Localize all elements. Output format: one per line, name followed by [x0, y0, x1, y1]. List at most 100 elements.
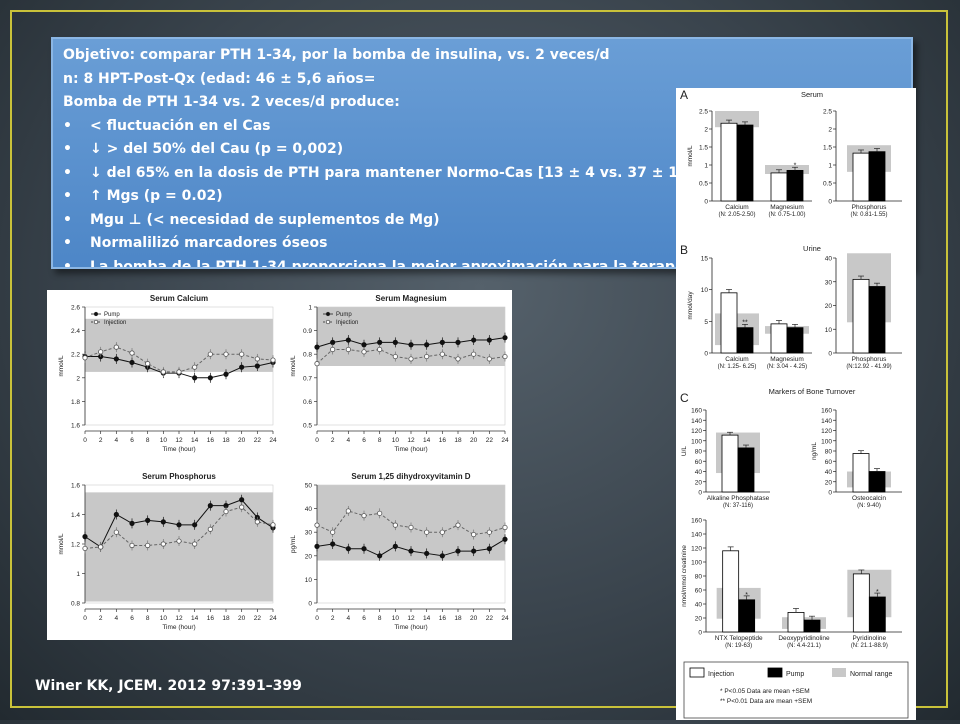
chart-title: Serum 1,25 dihydroxyvitamin D [351, 472, 470, 481]
y-axis-label: mmol/L [290, 355, 297, 377]
data-point [254, 519, 260, 525]
data-point [455, 522, 461, 528]
data-point [207, 351, 213, 357]
data-point [207, 503, 213, 509]
data-point [192, 541, 198, 547]
y-tick-label: 10 [701, 287, 709, 294]
legend-label: Injection [104, 320, 126, 326]
data-point [377, 346, 383, 353]
y-axis-label: mmol/L [687, 145, 694, 167]
data-point [129, 350, 135, 356]
y-tick-label: 60 [695, 588, 703, 595]
chart-title: Serum Phosphorus [142, 472, 216, 481]
data-point [223, 351, 229, 357]
category-label: Osteocalcin [852, 495, 886, 502]
category-range: (N: 0.75-1.00) [768, 212, 805, 218]
legend-swatch [689, 667, 705, 678]
injection-bar [722, 550, 740, 633]
y-tick-label: 1.6 [71, 483, 80, 490]
data-point [192, 364, 198, 370]
x-tick-label: 6 [130, 615, 134, 622]
y-tick-label: 2.5 [823, 109, 832, 116]
y-tick-label: 0 [704, 199, 708, 206]
data-point [361, 342, 367, 348]
y-tick-label: 140 [691, 418, 702, 425]
x-tick-label: 18 [222, 615, 230, 622]
x-tick-label: 8 [378, 437, 382, 444]
y-tick-label: 1.2 [71, 542, 80, 549]
injection-bar [720, 122, 738, 202]
data-point [439, 339, 445, 346]
data-point [145, 542, 151, 549]
data-point [270, 357, 276, 363]
data-point [502, 524, 508, 531]
x-tick-label: 0 [315, 615, 319, 622]
y-tick-label: 20 [825, 303, 833, 310]
data-point [314, 344, 320, 350]
x-tick-label: 4 [115, 615, 119, 622]
category-range: (N: 4.4-21.1) [787, 643, 821, 649]
x-tick-label: 8 [146, 615, 150, 622]
y-tick-label: 60 [825, 459, 833, 466]
x-tick-label: 10 [160, 437, 168, 444]
data-point [502, 536, 508, 542]
data-point [471, 548, 477, 554]
data-point [314, 361, 320, 367]
data-point [439, 553, 445, 559]
data-point [377, 339, 383, 346]
y-tick-label: 2 [828, 127, 832, 134]
x-tick-label: 16 [439, 437, 447, 444]
y-tick-label: 10 [305, 577, 313, 584]
y-tick-label: 0.5 [699, 181, 708, 188]
data-point [239, 351, 245, 357]
x-axis-label: Time (hour) [162, 624, 195, 631]
y-tick-label: 2.4 [71, 328, 80, 335]
data-point [82, 545, 88, 552]
time-course-figure: Serum Calcium 1.6 1.8 2 2.2 2.4 2.6 0 2 4 6 8 10 12 14… [47, 290, 512, 640]
y-tick-label: 140 [821, 418, 832, 425]
bar-chart: 0 0.5 1 1.5 2 2.5 Calcium(N: 2.05-2.50) * Magnes… [680, 88, 823, 218]
x-tick-label: 20 [238, 615, 246, 622]
category-range: (N: 37-116) [723, 503, 753, 509]
significance-mark: ** [742, 320, 748, 327]
y-axis-label: mmol/L [58, 355, 65, 377]
y-tick-label: 100 [691, 560, 702, 567]
x-tick-label: 18 [454, 437, 462, 444]
data-point [408, 342, 414, 348]
data-point [377, 553, 383, 559]
category-range: (N: 3.04 - 4.25) [767, 364, 807, 370]
x-axis-label: Time (hour) [394, 446, 427, 453]
category-range: (N: 21.1-88.9) [851, 643, 888, 649]
data-point [408, 548, 414, 554]
legend-label: Pump [336, 312, 352, 318]
y-tick-label: 100 [821, 438, 832, 445]
data-point [239, 504, 245, 510]
x-tick-label: 14 [191, 437, 199, 444]
injection-bar [770, 172, 788, 202]
data-point [314, 543, 320, 549]
category-range: (N:12.92 - 41.99) [846, 364, 891, 370]
y-tick-label: 40 [305, 506, 313, 513]
normal-range-band [85, 492, 273, 602]
y-tick-label: 40 [825, 256, 833, 263]
y-tick-label: 0.9 [303, 328, 312, 335]
data-point [176, 538, 182, 544]
x-tick-label: 6 [362, 615, 366, 622]
data-point [345, 546, 351, 552]
pump-bar [868, 286, 886, 354]
legend-label: Pump [786, 671, 804, 678]
data-point [502, 335, 508, 341]
category-label: Pyridinoline [853, 635, 887, 642]
x-axis-label: Time (hour) [394, 624, 427, 631]
data-point [113, 344, 119, 350]
line-chart: Serum Phosphorus0.811.21.41.60 2 4 6 8 10 12 14… [58, 472, 277, 631]
y-tick-label: 1 [704, 163, 708, 170]
y-tick-label: 0.8 [71, 601, 80, 608]
citation: Winer KK, JCEM. 2012 97:391–399 [35, 678, 302, 694]
x-tick-label: 6 [130, 437, 134, 444]
line-chart: Serum Calcium1.61.822.22.42.60 2 4 6 8 10 12 14… [58, 294, 277, 453]
x-tick-label: 6 [362, 437, 366, 444]
y-tick-label: 20 [695, 479, 703, 486]
x-tick-label: 12 [407, 437, 415, 444]
y-tick-label: 0 [828, 490, 832, 497]
